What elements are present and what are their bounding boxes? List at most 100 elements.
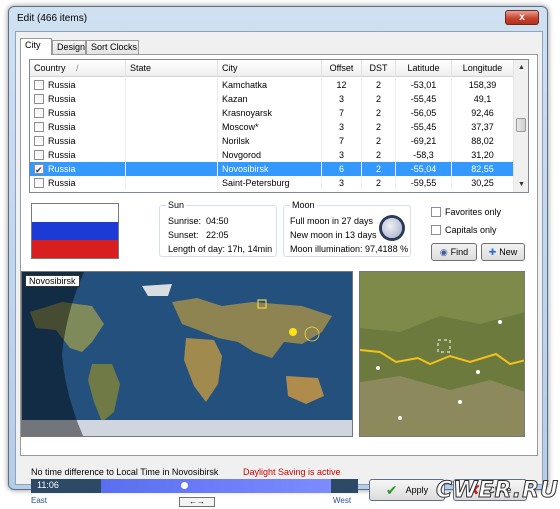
table-row[interactable]: Russia Novgorod 3 2 -58,3 31,20 <box>30 148 514 162</box>
table-row[interactable]: Russia Saint-Petersburg 3 2 -59,55 30,25 <box>30 176 514 190</box>
moon-phase-icon <box>382 218 402 238</box>
checkmark-icon: ✔ <box>385 482 398 498</box>
capitals-only-checkbox[interactable]: Capitals only <box>431 225 497 235</box>
cell-country: Russia <box>30 78 126 92</box>
plus-icon: ✚ <box>488 247 497 257</box>
row-checkbox[interactable] <box>34 80 44 90</box>
row-checkbox[interactable] <box>34 122 44 132</box>
cell-city: Saint-Petersburg <box>218 176 322 190</box>
column-latitude[interactable]: Latitude <box>396 60 452 77</box>
cell-dst: 2 <box>362 120 396 134</box>
cell-state <box>126 106 218 120</box>
column-state[interactable]: State <box>126 60 218 77</box>
cell-longitude: 37,37 <box>452 120 514 134</box>
column-longitude[interactable]: Longitude <box>452 60 514 77</box>
scroll-thumb[interactable] <box>516 118 526 132</box>
cell-latitude: -55,45 <box>396 120 452 134</box>
table-row[interactable]: Russia Kazan 3 2 -55,45 49,1 <box>30 92 514 106</box>
east-label: East <box>31 496 48 505</box>
cell-country: Russia <box>30 106 126 120</box>
cell-city: Moscow* <box>218 120 322 134</box>
cell-city: Novosibirsk <box>218 162 322 176</box>
moon-group: Moon Full moon in 27 days New moon in 13… <box>283 200 411 257</box>
row-checkbox[interactable] <box>34 108 44 118</box>
tab-sort-clocks[interactable]: Sort Clocks <box>86 40 139 54</box>
scroll-down-icon[interactable]: ▼ <box>514 177 528 192</box>
time-difference-note: No time difference to Local Time in Novo… <box>31 467 219 477</box>
country-flag <box>31 203 119 259</box>
flag-stripe-white <box>32 204 118 222</box>
cell-dst: 2 <box>362 176 396 190</box>
window-close-button[interactable]: x <box>505 10 539 25</box>
cell-offset: 12 <box>322 78 362 92</box>
capitals-checkbox-box[interactable] <box>431 225 441 235</box>
cell-state <box>126 134 218 148</box>
favorites-checkbox-box[interactable] <box>431 207 441 217</box>
scroll-up-icon[interactable]: ▲ <box>514 60 528 75</box>
cell-dst: 2 <box>362 106 396 120</box>
edit-window: Edit (466 items) x City Design Sort Cloc… <box>8 6 548 507</box>
tab-design[interactable]: Design <box>52 40 86 54</box>
cell-offset: 3 <box>322 92 362 106</box>
cell-country: Russia <box>30 92 126 106</box>
column-dst[interactable]: DST <box>362 60 396 77</box>
cell-offset: 3 <box>322 148 362 162</box>
swap-direction-button[interactable]: ←→ <box>179 497 215 507</box>
row-checkbox[interactable] <box>34 178 44 188</box>
cell-state <box>126 162 218 176</box>
cell-offset: 7 <box>322 134 362 148</box>
title-bar: Edit (466 items) x <box>9 7 547 31</box>
table-row[interactable]: Russia Norilsk 7 2 -69,21 88,02 <box>30 134 514 148</box>
city-grid[interactable]: Country / State City Offset DST Latitude… <box>29 59 529 193</box>
cell-offset: 6 <box>322 162 362 176</box>
cell-city: Krasnoyarsk <box>218 106 322 120</box>
sun-position-icon[interactable] <box>181 482 188 489</box>
row-checkbox[interactable] <box>34 163 44 176</box>
column-city[interactable]: City <box>218 60 322 77</box>
tab-city[interactable]: City <box>20 38 52 55</box>
cell-longitude: 82,55 <box>452 162 514 176</box>
moon-illumination: Moon illumination: 97,4188 % <box>290 244 409 254</box>
grid-scrollbar[interactable]: ▲ ▼ <box>513 60 528 192</box>
find-button[interactable]: ◉ Find <box>431 243 477 261</box>
cell-state <box>126 148 218 162</box>
new-button[interactable]: ✚ New <box>481 243 525 261</box>
table-row[interactable]: Russia Kamchatka 12 2 -53,01 158,39 <box>30 78 514 92</box>
row-checkbox[interactable] <box>34 94 44 104</box>
favorites-only-checkbox[interactable]: Favorites only <box>431 207 501 217</box>
cell-latitude: -55,45 <box>396 92 452 106</box>
cell-dst: 2 <box>362 92 396 106</box>
cell-state <box>126 92 218 106</box>
row-checkbox[interactable] <box>34 136 44 146</box>
cell-city: Novgorod <box>218 148 322 162</box>
binoculars-icon: ◉ <box>439 247 448 257</box>
apply-button[interactable]: ✔ Apply <box>369 479 445 501</box>
flag-stripe-blue <box>32 221 118 240</box>
table-row[interactable]: Russia Novosibirsk62-55,0482,55 <box>30 162 514 176</box>
row-checkbox[interactable] <box>34 150 44 160</box>
timeline-night-right <box>331 479 358 493</box>
cell-latitude: -55,04 <box>396 162 452 176</box>
cell-latitude: -53,01 <box>396 78 452 92</box>
table-row[interactable]: Russia Krasnoyarsk 7 2 -56,05 92,46 <box>30 106 514 120</box>
cell-state <box>126 176 218 190</box>
cell-dst: 2 <box>362 78 396 92</box>
cell-dst: 2 <box>362 134 396 148</box>
sun-group: Sun Sunrise: 04:50 Sunset: 22:05 Length … <box>159 200 277 257</box>
sunrise-time: 04:50 <box>206 216 229 226</box>
cell-country: Russia <box>30 176 126 190</box>
world-map[interactable]: Novosibirsk <box>21 271 353 437</box>
day-length: Length of day: 17h, 14min <box>168 244 273 254</box>
cell-city: Norilsk <box>218 134 322 148</box>
column-country[interactable]: Country / <box>30 60 126 77</box>
detail-map[interactable] <box>359 271 525 437</box>
new-moon-text: New moon in 13 days <box>290 230 377 240</box>
flag-stripe-red <box>32 239 118 258</box>
day-timeline[interactable]: 11:06 <box>31 479 358 493</box>
cell-dst: 2 <box>362 162 396 176</box>
cell-longitude: 92,46 <box>452 106 514 120</box>
full-moon-text: Full moon in 27 days <box>290 216 374 226</box>
table-row[interactable]: Russia Moscow* 3 2 -55,45 37,37 <box>30 120 514 134</box>
west-label: West <box>333 496 352 505</box>
column-offset[interactable]: Offset <box>322 60 362 77</box>
